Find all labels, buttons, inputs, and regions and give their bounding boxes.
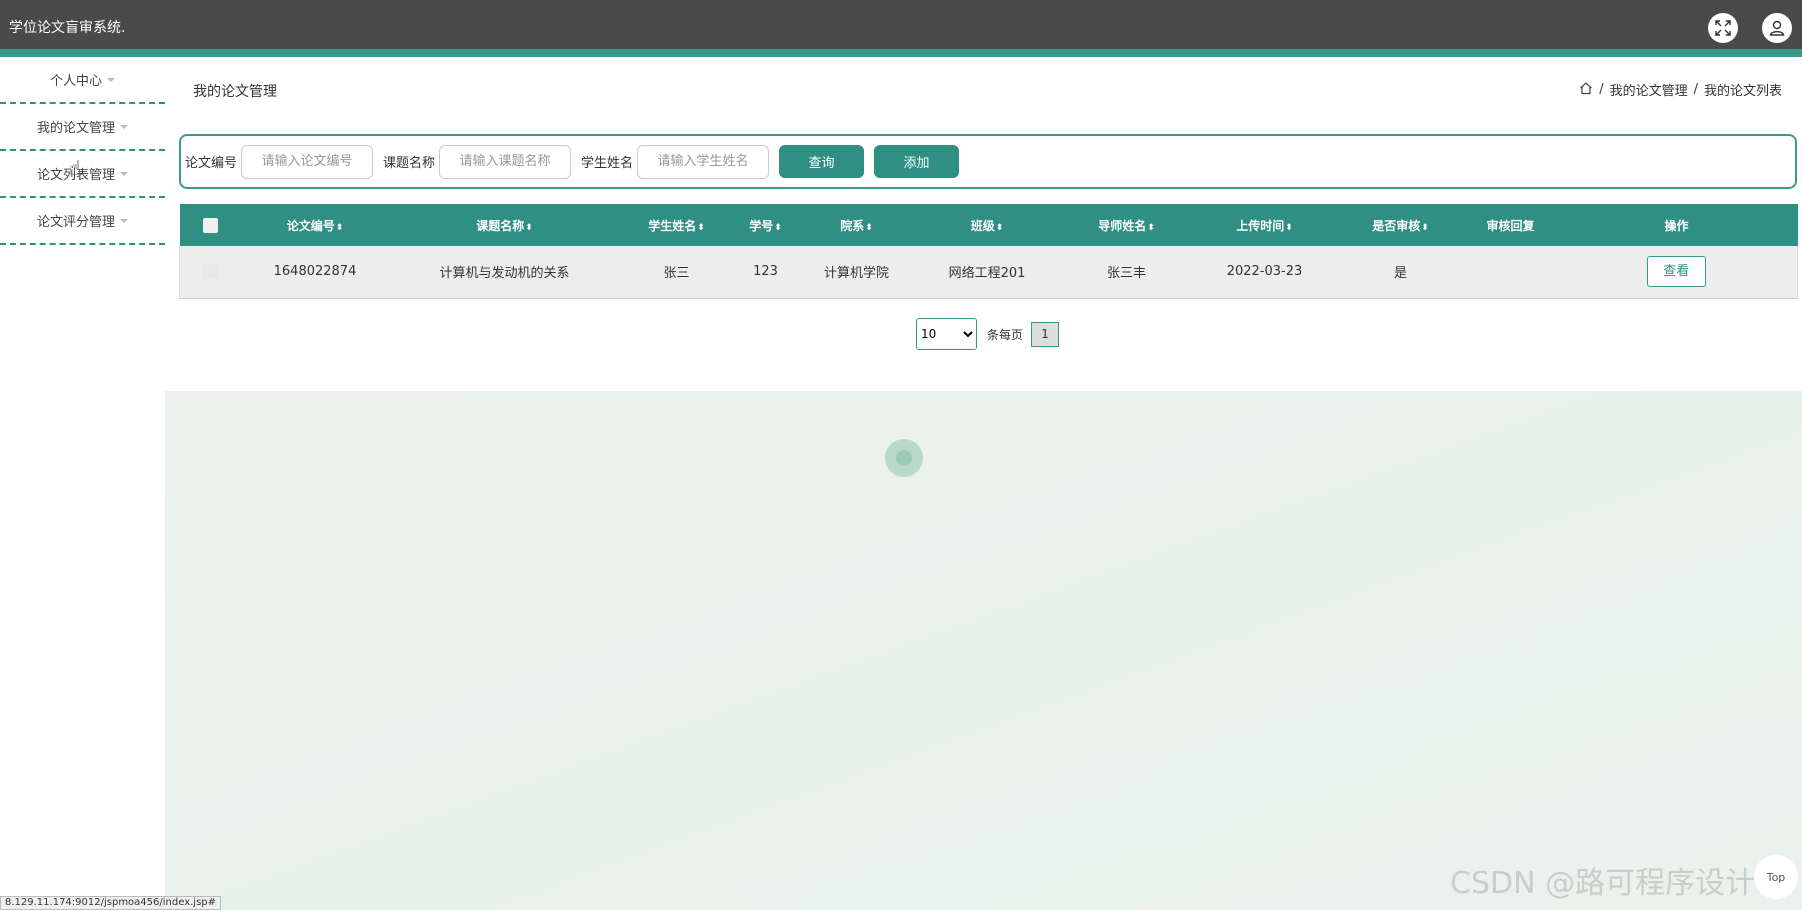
sidebar-item-label: 我的论文管理 [36,121,115,136]
sidebar-item-label: 个人中心 [49,74,102,89]
col-label: 班级 [970,218,995,233]
col-student-no[interactable]: 学号⬍ [733,204,799,246]
col-label: 审核回复 [1486,218,1535,233]
col-label: 操作 [1664,218,1689,233]
col-review-reply: 审核回复 [1466,204,1556,246]
user-icon[interactable] [1762,13,1792,43]
add-button[interactable]: 添加 [874,145,960,178]
table-header-row: 论文编号⬍ 课题名称⬍ 学生姓名⬍ 学号⬍ 院系⬍ 班级⬍ 导师姓名⬍ 上传时间… [179,204,1798,246]
col-label: 导师姓名 [1098,218,1147,233]
cell-advisor: 张三丰 [1106,266,1146,282]
col-label: 课题名称 [476,218,525,233]
watermark: CSDN @路可程序设计 [1450,866,1756,901]
caret-down-icon [120,218,128,223]
loading-spinner-core [896,450,912,466]
topic-label: 课题名称 [383,156,436,171]
paper-no-label: 论文编号 [185,156,238,171]
sort-icon: ⬍ [1147,222,1155,233]
status-bar-url: 8.129.11.174:9012/jspmoa456/index.jsp# [0,896,222,910]
cell-review-reply [1466,246,1556,298]
app-title: 学位论文盲审系统. [9,20,126,36]
breadcrumb-item-my-papers[interactable]: 我的论文管理 [1610,80,1688,99]
col-action: 操作 [1556,204,1798,246]
loading-spinner-icon [885,439,923,477]
col-department[interactable]: 院系⬍ [799,204,915,246]
col-student-name[interactable]: 学生姓名⬍ [621,204,733,246]
cell-upload-time: 2022-03-23 [1226,264,1303,280]
sidebar-item-paper-scoring[interactable]: 论文评分管理 [0,198,165,245]
breadcrumb-separator: / [1693,82,1698,97]
col-label: 院系 [840,218,865,233]
sort-icon: ⬍ [995,222,1004,233]
cell-action: 查看 [1556,246,1798,298]
caret-down-icon [107,77,115,82]
back-to-top-button[interactable]: Top [1754,855,1798,899]
sort-icon: ⬍ [335,222,344,233]
col-advisor[interactable]: 导师姓名⬍ [1060,204,1194,246]
student-name-label: 学生姓名 [581,156,634,171]
sidebar: 个人中心 我的论文管理 论文列表管理 论文评分管理 [0,57,165,910]
sort-icon: ⬍ [697,222,705,233]
view-button[interactable]: 查看 [1646,256,1706,288]
sort-icon: ⬍ [1285,222,1293,233]
select-all-header [180,204,242,246]
sidebar-item-my-papers[interactable]: 我的论文管理 [0,104,165,151]
breadcrumb-item-paper-list: 我的论文列表 [1703,84,1782,99]
sort-icon: ⬍ [525,222,533,233]
sort-icon: ⬍ [865,222,873,233]
caret-down-icon [120,124,128,129]
top-bar: 学位论文盲审系统. [0,0,1802,49]
page-size-select[interactable]: 10 [916,318,977,350]
cell-student-name: 张三 [663,266,690,282]
col-label: 学生姓名 [648,218,697,233]
per-page-label: 条每页 [987,327,1024,342]
cell-paper-no: 1648022874 [273,264,357,280]
breadcrumb-separator: / [1599,82,1604,97]
col-label: 上传时间 [1236,218,1285,233]
col-upload-time[interactable]: 上传时间⬍ [1194,204,1336,246]
fullscreen-icon[interactable] [1708,13,1738,43]
cell-class: 网络工程201 [948,266,1026,282]
cell-reviewed: 是 [1393,266,1407,282]
sidebar-item-paper-list[interactable]: 论文列表管理 [0,151,165,198]
table-row: 1648022874 计算机与发动机的关系 张三 123 计算机学院 网络工程2… [179,246,1798,298]
content-background [165,391,1802,910]
col-reviewed[interactable]: 是否审核⬍ [1336,204,1466,246]
topic-input[interactable] [439,144,572,179]
home-icon[interactable] [1579,81,1593,99]
col-paper-no[interactable]: 论文编号⬍ [242,204,389,246]
sort-icon: ⬍ [1421,222,1429,233]
cell-topic: 计算机与发动机的关系 [439,266,570,282]
col-class[interactable]: 班级⬍ [915,204,1060,246]
sort-icon: ⬍ [774,222,782,233]
query-button[interactable]: 查询 [779,145,865,178]
page-title: 我的论文管理 [193,84,277,100]
col-label: 学号 [749,218,774,233]
col-label: 论文编号 [286,218,335,233]
paper-no-input[interactable] [241,144,374,179]
caret-down-icon [120,171,128,176]
col-label: 是否审核 [1372,218,1421,233]
row-select-cell [180,246,242,298]
col-topic[interactable]: 课题名称⬍ [389,204,621,246]
sidebar-item-personal-center[interactable]: 个人中心 [0,57,165,104]
sidebar-item-label: 论文评分管理 [36,215,115,230]
pagination: 10 条每页 1 [916,318,1060,350]
cell-student-no: 123 [753,264,778,280]
row-checkbox[interactable] [203,264,219,280]
select-all-checkbox[interactable] [203,217,218,233]
breadcrumb: / 我的论文管理 / 我的论文列表 [1579,80,1782,99]
student-name-input[interactable] [637,144,770,179]
search-panel: 论文编号 课题名称 学生姓名 查询 添加 [179,134,1797,189]
cell-department: 计算机学院 [823,266,889,282]
accent-bar [0,49,1802,57]
hand-cursor-icon: ☝ [69,156,82,180]
paper-table: 论文编号⬍ 课题名称⬍ 学生姓名⬍ 学号⬍ 院系⬍ 班级⬍ 导师姓名⬍ 上传时间… [179,204,1798,299]
page-number-button[interactable]: 1 [1031,321,1060,347]
